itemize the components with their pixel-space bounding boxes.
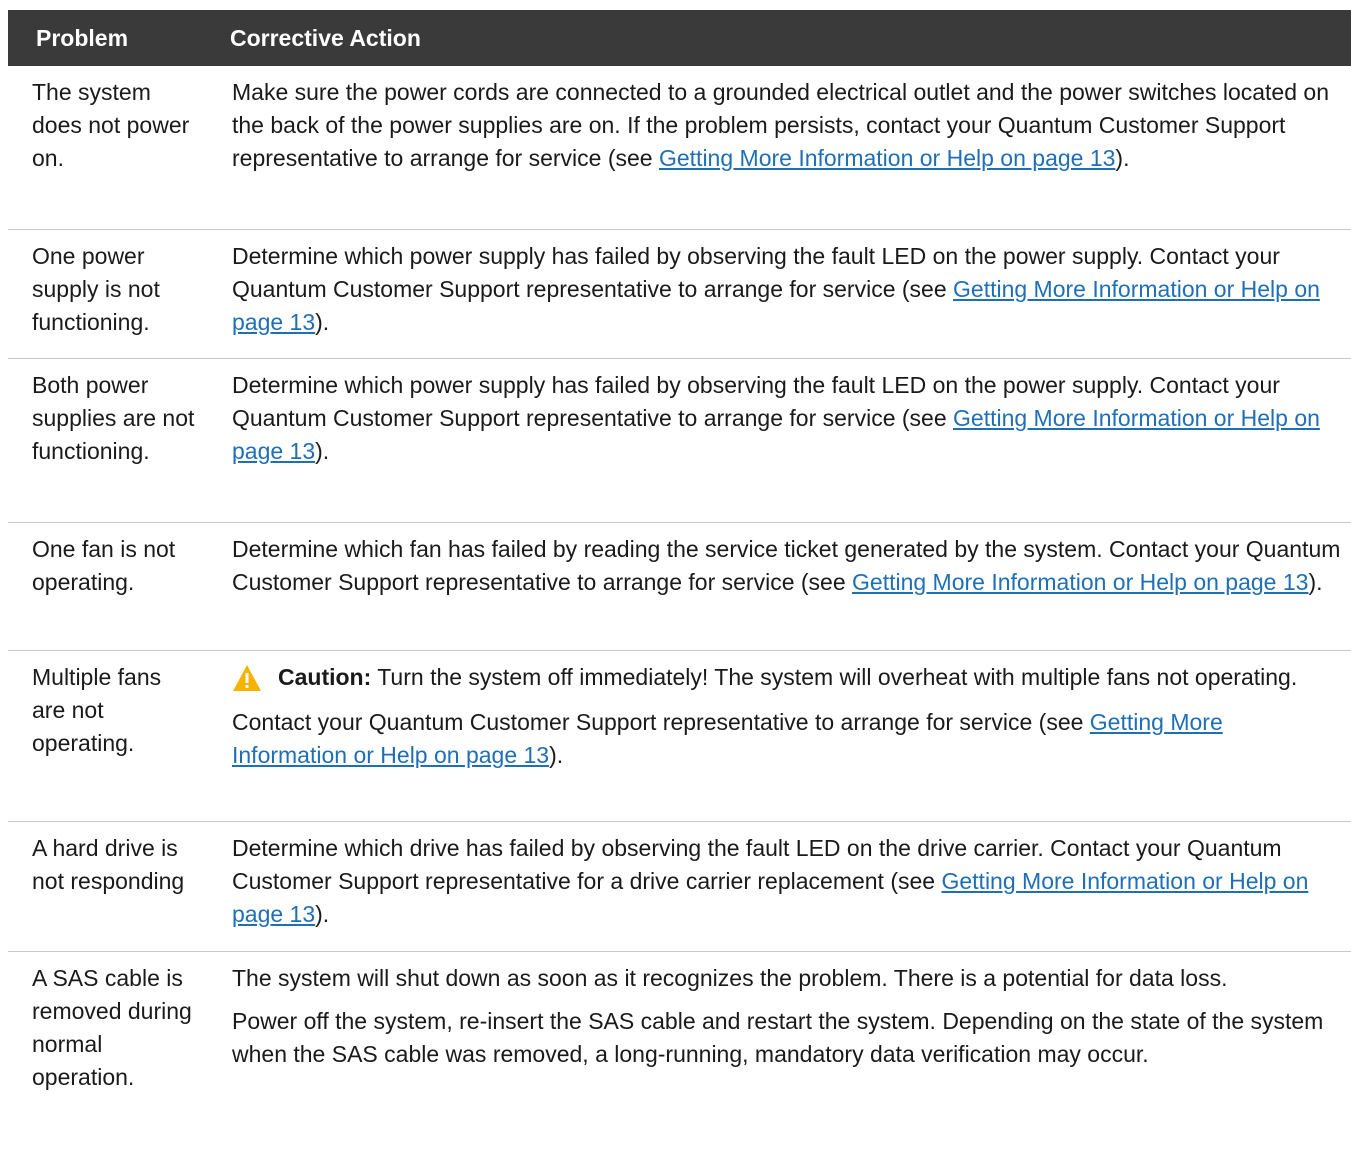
table-row: Multiple fans are not operating. Caution…	[8, 651, 1351, 822]
action-cell: Determine which drive has failed by obse…	[208, 822, 1351, 951]
caution-text: Caution: Turn the system off immediately…	[278, 661, 1297, 701]
action-cell: Make sure the power cords are connected …	[208, 66, 1351, 229]
help-link[interactable]: Getting More Information or Help on page…	[852, 569, 1308, 595]
action-text-end: ).	[549, 742, 564, 768]
table-header: Problem Corrective Action	[8, 10, 1351, 66]
problem-cell: A hard drive is not responding	[32, 835, 185, 894]
caution-body: Turn the system off immediately! The sys…	[371, 664, 1298, 690]
action-cell: Caution: Turn the system off immediately…	[208, 651, 1351, 821]
table-row: One power supply is not functioning. Det…	[8, 230, 1351, 359]
problem-cell: The system does not power on.	[32, 79, 190, 171]
action-paragraph: Power off the system, re-insert the SAS …	[232, 1008, 1324, 1067]
action-text-end: ).	[315, 309, 330, 335]
problem-cell: Multiple fans are not operating.	[32, 664, 162, 756]
action-text-end: ).	[1308, 569, 1323, 595]
action-text-end: ).	[315, 901, 330, 927]
action-cell: The system will shut down as soon as it …	[208, 952, 1351, 1152]
header-corrective-action: Corrective Action	[230, 24, 421, 51]
caution-note: Caution: Turn the system off immediately…	[232, 661, 1341, 701]
table-row: Both power supplies are not functioning.…	[8, 359, 1351, 523]
caution-label: Caution:	[278, 664, 372, 690]
action-cell: Determine which power supply has failed …	[208, 230, 1351, 358]
action-paragraph: The system will shut down as soon as it …	[232, 965, 1228, 991]
action-cell: Determine which fan has failed by readin…	[208, 523, 1351, 650]
table-row: The system does not power on. Make sure …	[8, 66, 1351, 230]
action-text-end: ).	[1115, 145, 1130, 171]
problem-cell: A SAS cable is removed during normal ope…	[32, 965, 192, 1090]
table-row: One fan is not operating. Determine whic…	[8, 523, 1351, 651]
warning-triangle-icon	[232, 661, 278, 701]
problem-cell: Both power supplies are not functioning.	[32, 372, 195, 464]
action-cell: Determine which power supply has failed …	[208, 359, 1351, 522]
action-text: Contact your Quantum Customer Support re…	[232, 709, 1090, 735]
problem-cell: One power supply is not functioning.	[32, 243, 160, 335]
table-row: A SAS cable is removed during normal ope…	[8, 952, 1351, 1152]
table-row: A hard drive is not responding Determine…	[8, 822, 1351, 952]
help-link[interactable]: Getting More Information or Help on page…	[659, 145, 1115, 171]
action-text-end: ).	[315, 438, 330, 464]
problem-cell: One fan is not operating.	[32, 536, 176, 595]
header-problem: Problem	[36, 24, 129, 51]
troubleshooting-table: Problem Corrective Action The system doe…	[8, 10, 1351, 1152]
